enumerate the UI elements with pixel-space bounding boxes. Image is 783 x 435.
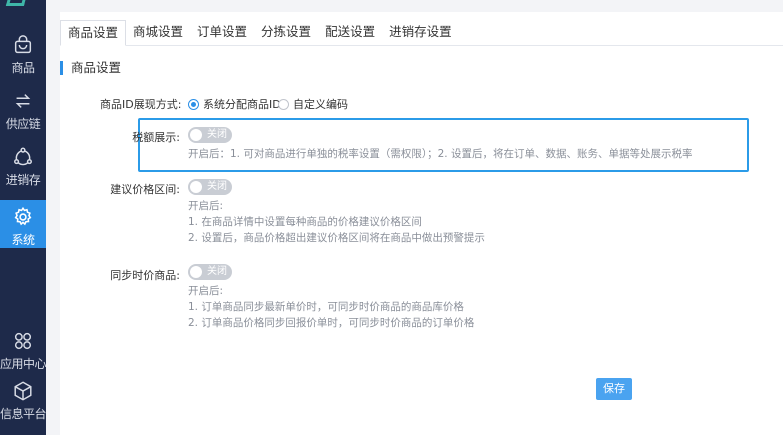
sync-price-desc-title: 开启后: [188,285,224,297]
switch-text: 关闭 [207,181,227,192]
switch-knob [190,129,202,141]
exchange-arrows-icon [15,94,31,108]
price-range-desc-1: 1. 在商品详情中设置每种商品的价格建议价格区间 [188,216,422,228]
tab-inventory-settings[interactable]: 进销存设置 [382,20,459,46]
cube-icon [14,381,32,401]
price-range-switch[interactable]: 关闭 [188,179,232,195]
radio-dot-checked [188,98,199,110]
sidebar-item-label: 进销存 [5,173,41,187]
shopping-bag-icon [14,35,32,54]
sidebar-item-app-center[interactable]: 应用中心 [0,330,47,382]
sidebar-item-label: 信息平台 [0,407,47,421]
sidebar-item-products[interactable]: 商品 [0,34,46,86]
tax-display-label: 税额展示: [132,131,180,144]
sync-price-label: 同步时价商品: [110,269,180,282]
radio-label: 自定义编码 [293,98,348,111]
switch-knob [190,266,202,278]
switch-text: 关闭 [207,129,227,140]
sidebar-item-system[interactable]: 系统 [0,200,46,248]
highlight-frame [138,118,749,172]
tab-mall-settings[interactable]: 商城设置 [126,20,190,46]
product-id-label: 商品ID展现方式: [100,98,182,111]
logo [0,0,46,8]
settings-tabs: 商品设置 商城设置 订单设置 分拣设置 配送设置 进销存设置 [60,20,783,46]
sync-price-desc-1: 1. 订单商品同步最新单价时，可同步时价商品的商品库价格 [188,301,464,313]
radio-dot [278,98,289,110]
tax-display-switch[interactable]: 关闭 [188,127,232,143]
tax-display-desc: 开启后：1. 可对商品进行单独的税率设置（需权限）；2. 设置后，将在订单、数据… [188,148,693,160]
gear-icon [14,206,32,226]
tab-delivery-settings[interactable]: 配送设置 [318,20,382,46]
sidebar-item-info-platform[interactable]: 信息平台 [0,380,47,432]
apps-grid-icon [14,332,32,350]
main-area: 商品设置 商城设置 订单设置 分拣设置 配送设置 进销存设置 商品设置 商品ID… [46,0,783,435]
price-range-label: 建议价格区间: [110,183,180,196]
section-title: 商品设置 [60,61,121,75]
price-range-desc-2: 2. 设置后，商品价格超出建议价格区间将在商品中做出预警提示 [188,232,485,244]
save-button[interactable]: 保存 [596,378,632,400]
sync-price-switch[interactable]: 关闭 [188,264,232,280]
sidebar-item-supply-chain[interactable]: 供应链 [0,90,46,142]
sidebar-item-label: 商品 [11,61,35,75]
tab-sorting-settings[interactable]: 分拣设置 [254,20,318,46]
tab-product-settings[interactable]: 商品设置 [60,20,127,46]
switch-knob [190,181,202,193]
top-bar [46,0,783,12]
sidebar: 商品 供应链 进销存 系统 应用中心 信息平台 [0,0,47,435]
sidebar-item-label: 供应链 [5,117,41,131]
sidebar-item-label: 应用中心 [0,357,47,371]
sidebar-item-label: 系统 [11,233,35,247]
settings-panel: 商品设置 商城设置 订单设置 分拣设置 配送设置 进销存设置 商品设置 商品ID… [60,12,783,435]
radio-label: 系统分配商品ID [203,98,281,111]
price-range-desc-title: 开启后: [188,200,224,212]
tab-order-settings[interactable]: 订单设置 [190,20,254,46]
sync-price-desc-2: 2. 订单商品价格同步回报价单时，可同步时价商品的订单价格 [188,317,475,329]
sidebar-item-inventory[interactable]: 进销存 [0,146,46,198]
radio-system-id[interactable]: 系统分配商品ID [188,96,281,112]
cycle-icon [14,147,32,166]
switch-text: 关闭 [207,266,227,277]
radio-custom-code[interactable]: 自定义编码 [278,96,348,112]
